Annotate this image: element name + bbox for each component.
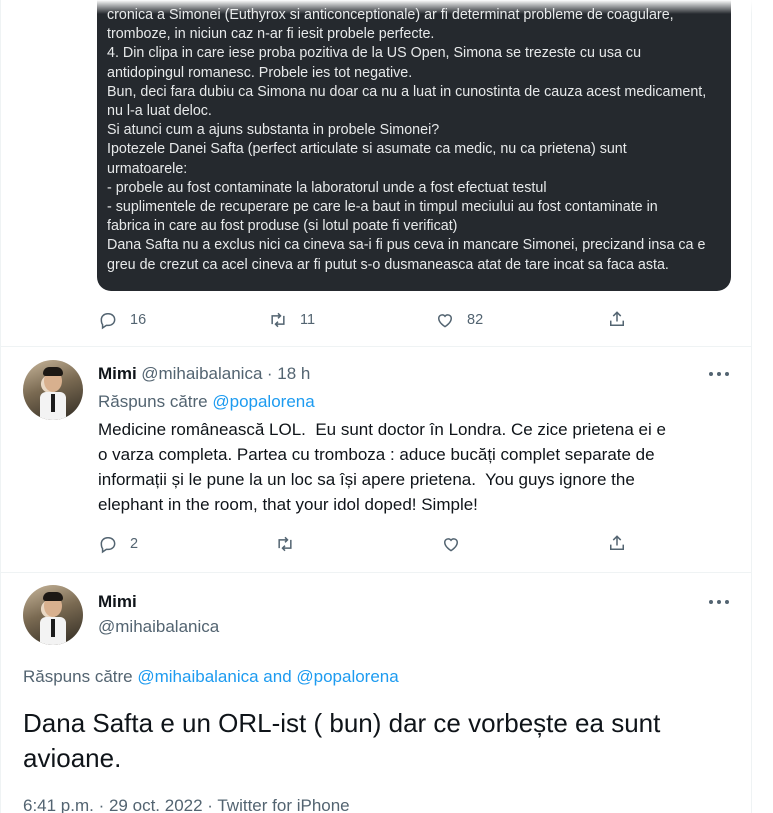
column-border-left	[0, 0, 1, 813]
reply-count: 16	[130, 312, 147, 328]
note-line: greu de crezut ca acel cineva ar fi putu…	[107, 256, 669, 273]
note-line: tromboze, in niciun caz n-ar fi iesit pr…	[107, 26, 435, 43]
note-line: Dana Safta nu a exclus nici ca cineva sa…	[107, 237, 706, 254]
retweet-count: 11	[300, 312, 316, 328]
like-count: 82	[467, 312, 484, 328]
more-options-icon[interactable]	[709, 369, 731, 379]
tweet-header: Mimi @mihaibalanica · 18 h	[98, 364, 310, 384]
tweet-text: Medicine românească LOL. Eu sunt doctor …	[98, 420, 666, 514]
replying-to: Răspuns către @popalorena	[98, 392, 315, 412]
mention-link[interactable]: @mihaibalanica and @popalorena	[137, 667, 398, 686]
note-line: - probele au fost contaminate la laborat…	[107, 179, 547, 196]
tweet-text: Dana Safta e un ORL-ist ( bun) dar ce vo…	[23, 708, 661, 773]
reply-prefix: Răspuns către	[23, 667, 133, 686]
heart-icon	[443, 538, 459, 552]
user-handle[interactable]: @mihaibalanica	[141, 364, 262, 383]
reply-prefix: Răspuns către	[98, 392, 208, 411]
retweet-icon	[278, 536, 292, 552]
note-line: Ipotezele Danei Safta (perfect articulat…	[107, 141, 627, 158]
more-options-icon[interactable]	[709, 597, 731, 607]
divider	[1, 346, 752, 347]
share-icon	[610, 311, 624, 326]
avatar[interactable]	[23, 585, 83, 645]
user-handle[interactable]: @mihaibalanica	[98, 617, 219, 637]
share-button[interactable]	[607, 533, 627, 553]
tweet-metadata[interactable]: 6:41 p.m. · 29 oct. 2022 · Twitter for i…	[23, 796, 350, 813]
reply-button[interactable]: 16	[98, 310, 146, 330]
reply-icon	[100, 537, 116, 554]
replying-to: Răspuns către @mihaibalanica and @popalo…	[23, 667, 399, 687]
embedded-note-card[interactable]: cronica a Simonei (Euthyrox si anticonce…	[97, 0, 731, 291]
note-line: antidopingul romanesc. Probele ies tot n…	[107, 64, 413, 81]
reply-count: 2	[130, 536, 139, 552]
display-name[interactable]: Mimi	[98, 364, 137, 383]
retweet-button[interactable]	[275, 534, 295, 554]
column-border-right	[751, 0, 752, 813]
note-line: Si atunci cum a ajuns substanta in probe…	[107, 122, 440, 139]
retweet-icon	[271, 312, 285, 328]
divider	[1, 572, 752, 573]
note-line: cronica a Simonei (Euthyrox si anticonce…	[107, 7, 674, 23]
heart-icon	[437, 314, 453, 328]
tweet-time[interactable]: · 18 h	[267, 364, 310, 383]
avatar[interactable]	[23, 360, 83, 420]
note-line: nu l-a luat deloc.	[107, 103, 212, 120]
note-line: fabrica in care au fost produse (si lotu…	[107, 218, 458, 235]
like-button[interactable]: 82	[435, 310, 483, 330]
retweet-button[interactable]: 11	[268, 310, 315, 330]
display-name[interactable]: Mimi	[98, 592, 137, 612]
reply-icon	[100, 313, 116, 330]
reply-button[interactable]: 2	[98, 534, 138, 554]
note-line: urmatoarele:	[107, 160, 188, 177]
note-line: 4. Din clipa in care iese proba pozitiva…	[107, 45, 642, 62]
note-line: Bun, deci fara dubiu ca Simona nu doar c…	[107, 83, 707, 100]
note-line: - suplimentele de recuperare pe care le-…	[107, 199, 658, 216]
mention-link[interactable]: @popalorena	[212, 392, 314, 411]
like-button[interactable]	[441, 534, 461, 554]
share-icon	[610, 535, 624, 550]
share-button[interactable]	[607, 309, 627, 329]
